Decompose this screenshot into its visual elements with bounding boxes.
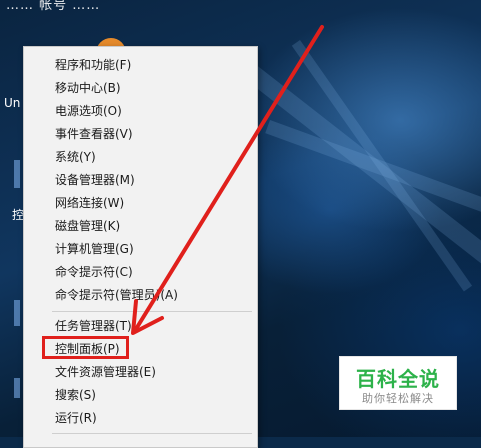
watermark-subtitle: 助你轻松解决	[362, 392, 434, 405]
arrow-shaft	[134, 25, 324, 331]
watermark-title: 百科全说	[356, 367, 440, 391]
watermark-logo: 百科全说 助你轻松解决	[339, 356, 457, 410]
